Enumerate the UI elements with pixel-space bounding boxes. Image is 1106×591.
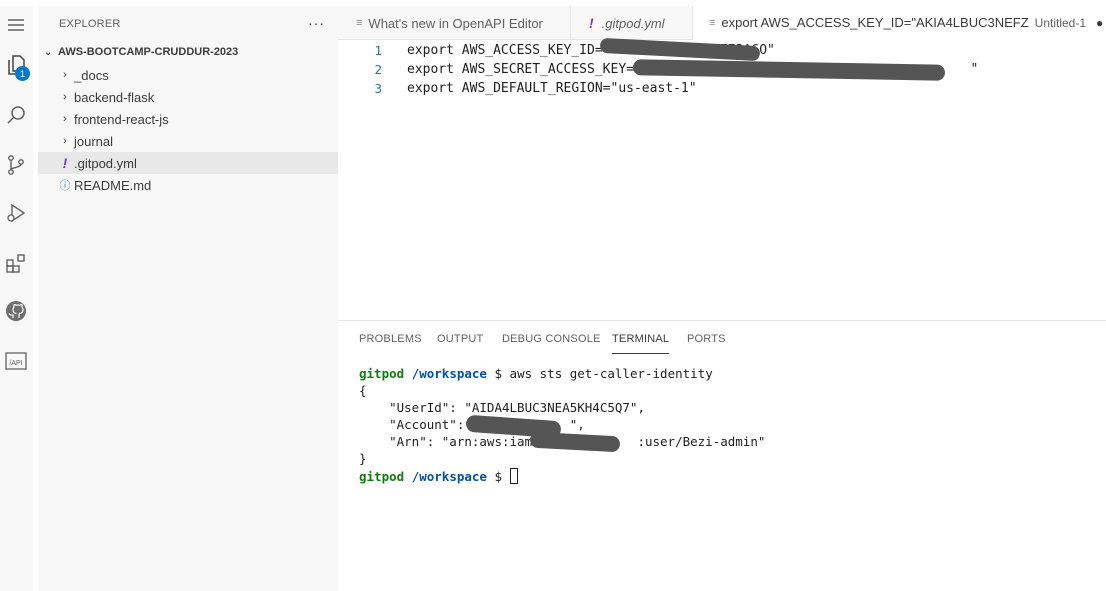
document-icon: ≡ — [709, 16, 716, 29]
tree-item-journal[interactable]: › journal — [38, 130, 338, 152]
github-icon[interactable] — [3, 298, 29, 324]
panel-tab-ports[interactable]: PORTS — [687, 333, 726, 345]
prompt-symbol: $ — [494, 469, 503, 484]
chevron-right-icon: › — [63, 113, 67, 125]
explorer-sidebar: EXPLORER ··· ⌄ AWS-BOOTCAMP-CRUDDUR-2023… — [38, 6, 338, 591]
tree-item-label: backend-flask — [74, 89, 155, 105]
line-number: 2 — [374, 62, 382, 77]
prompt-dir: /workspace — [411, 469, 487, 484]
yaml-exclamation-icon: ! — [62, 155, 68, 171]
chevron-right-icon: › — [63, 69, 67, 81]
terminal-cursor — [509, 468, 518, 484]
terminal-output-line: "UserId": "AIDA4LBUC3NEA5KH4C5Q7", — [359, 400, 645, 415]
tab-openapi-whats-new[interactable]: ≡ What's new in OpenAPI Editor — [338, 6, 571, 40]
terminal-line: gitpod /workspace $ aws sts get-caller-i… — [359, 366, 713, 383]
run-debug-icon[interactable] — [3, 200, 29, 226]
document-icon: ≡ — [356, 17, 363, 29]
tab-label: What's new in OpenAPI Editor — [368, 15, 543, 31]
tab-label: .gitpod.yml — [601, 15, 665, 31]
tab-untitled-1[interactable]: ≡ export AWS_ACCESS_KEY_ID="AKIA4LBUC3NE… — [693, 6, 1106, 40]
code-text: export AWS_DEFAULT_REGION="us-east-1" — [407, 81, 697, 96]
tree-item-readme[interactable]: ⓘ README.md — [38, 174, 338, 196]
yaml-exclamation-icon: ! — [589, 15, 594, 31]
menu-icon[interactable] — [3, 12, 29, 38]
line-number: 1 — [374, 43, 382, 58]
terminal-line: gitpod /workspace $ — [359, 468, 518, 485]
api-label: /API — [9, 360, 22, 367]
extensions-icon[interactable] — [3, 250, 29, 276]
tree-item-frontend-react-js[interactable]: › frontend-react-js — [38, 108, 338, 130]
tab-description: Untitled-1 — [1034, 15, 1087, 30]
tree-item-label: README.md — [74, 177, 152, 193]
tab-gitpod-yml[interactable]: ! .gitpod.yml — [571, 6, 693, 40]
terminal-output-line: } — [359, 451, 367, 466]
panel-tab-output[interactable]: OUTPUT — [437, 333, 483, 345]
line-number: 3 — [374, 81, 382, 96]
chevron-down-icon: ⌄ — [44, 46, 53, 58]
editor-tab-bar: ≡ What's new in OpenAPI Editor ! .gitpod… — [338, 6, 1106, 40]
tree-item-label: frontend-react-js — [74, 111, 169, 127]
panel-tab-problems[interactable]: PROBLEMS — [359, 333, 422, 345]
terminal-command: aws sts get-caller-identity — [509, 366, 713, 381]
terminal-output-line: { — [359, 383, 367, 398]
source-control-icon[interactable] — [3, 152, 29, 178]
api-icon[interactable]: /API — [3, 348, 29, 374]
tree-item-backend-flask[interactable]: › backend-flask — [38, 86, 338, 108]
tree-item-docs[interactable]: › _docs — [38, 64, 338, 86]
explorer-badge: 1 — [15, 66, 30, 81]
chevron-right-icon: › — [63, 135, 67, 147]
tree-item-label: _docs — [74, 67, 109, 83]
unsaved-dot-icon[interactable]: ● — [1096, 16, 1103, 30]
activity-bar: 1 /API — [0, 6, 33, 591]
code-editor[interactable]: 1 export AWS_ACCESS_KEY_ID=" 7I3A6O" 2 e… — [338, 37, 1106, 320]
chevron-right-icon: › — [63, 91, 67, 103]
code-line: 3 export AWS_DEFAULT_REGION="us-east-1" — [338, 79, 697, 98]
prompt-dir: /workspace — [411, 366, 487, 381]
prompt-user: gitpod — [359, 469, 405, 484]
bottom-panel: PROBLEMS OUTPUT DEBUG CONSOLE TERMINAL P… — [338, 320, 1106, 591]
search-icon[interactable] — [3, 102, 29, 128]
tree-item-gitpod-yml[interactable]: ! .gitpod.yml — [38, 152, 338, 174]
info-icon: ⓘ — [59, 180, 71, 192]
explorer-title: EXPLORER — [59, 18, 121, 30]
panel-tab-terminal[interactable]: TERMINAL — [612, 333, 670, 354]
prompt-user: gitpod — [359, 366, 405, 381]
panel-tab-debug-console[interactable]: DEBUG CONSOLE — [502, 333, 601, 345]
tree-item-label: journal — [74, 133, 114, 149]
tree-item-label: .gitpod.yml — [74, 155, 137, 171]
tab-label: export AWS_ACCESS_KEY_ID="AKIA4LBUC3NEFZ — [721, 15, 1029, 30]
workspace-root-label: AWS-BOOTCAMP-CRUDDUR-2023 — [58, 46, 239, 58]
workspace-root[interactable]: ⌄ AWS-BOOTCAMP-CRUDDUR-2023 — [44, 46, 238, 58]
more-actions-icon[interactable]: ··· — [308, 15, 325, 31]
prompt-symbol: $ — [494, 366, 503, 381]
